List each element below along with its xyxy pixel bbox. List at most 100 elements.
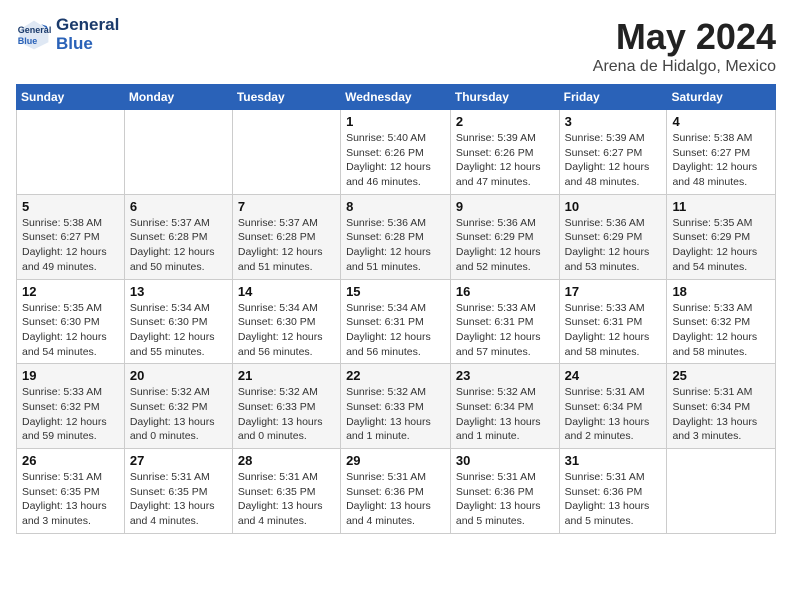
weekday-header: Wednesday xyxy=(341,85,451,110)
calendar-cell: 21 Sunrise: 5:32 AM Sunset: 6:33 PM Dayli… xyxy=(232,364,340,449)
weekday-header: Sunday xyxy=(17,85,125,110)
day-number: 15 xyxy=(346,284,445,299)
calendar-cell xyxy=(17,110,125,195)
day-number: 25 xyxy=(672,368,770,383)
day-number: 20 xyxy=(130,368,227,383)
day-number: 9 xyxy=(456,199,554,214)
day-number: 14 xyxy=(238,284,335,299)
day-info: Sunrise: 5:40 AM Sunset: 6:26 PM Dayligh… xyxy=(346,131,445,190)
day-info: Sunrise: 5:34 AM Sunset: 6:30 PM Dayligh… xyxy=(238,301,335,360)
calendar-week-row: 26 Sunrise: 5:31 AM Sunset: 6:35 PM Dayli… xyxy=(17,449,776,534)
weekday-header: Thursday xyxy=(450,85,559,110)
calendar-cell: 14 Sunrise: 5:34 AM Sunset: 6:30 PM Dayli… xyxy=(232,279,340,364)
day-info: Sunrise: 5:31 AM Sunset: 6:36 PM Dayligh… xyxy=(346,470,445,529)
day-number: 26 xyxy=(22,453,119,468)
calendar-header-row: SundayMondayTuesdayWednesdayThursdayFrid… xyxy=(17,85,776,110)
calendar-cell: 6 Sunrise: 5:37 AM Sunset: 6:28 PM Daylig… xyxy=(124,194,232,279)
day-number: 21 xyxy=(238,368,335,383)
page-header: General Blue General Blue May 2024 Arena… xyxy=(16,16,776,76)
day-info: Sunrise: 5:39 AM Sunset: 6:27 PM Dayligh… xyxy=(565,131,662,190)
calendar-week-row: 5 Sunrise: 5:38 AM Sunset: 6:27 PM Daylig… xyxy=(17,194,776,279)
day-number: 8 xyxy=(346,199,445,214)
calendar-cell: 12 Sunrise: 5:35 AM Sunset: 6:30 PM Dayli… xyxy=(17,279,125,364)
day-info: Sunrise: 5:33 AM Sunset: 6:31 PM Dayligh… xyxy=(565,301,662,360)
main-title: May 2024 xyxy=(593,16,776,58)
day-number: 17 xyxy=(565,284,662,299)
day-info: Sunrise: 5:31 AM Sunset: 6:34 PM Dayligh… xyxy=(672,385,770,444)
day-number: 30 xyxy=(456,453,554,468)
calendar-cell: 17 Sunrise: 5:33 AM Sunset: 6:31 PM Dayli… xyxy=(559,279,667,364)
day-number: 23 xyxy=(456,368,554,383)
calendar-cell: 10 Sunrise: 5:36 AM Sunset: 6:29 PM Dayli… xyxy=(559,194,667,279)
day-info: Sunrise: 5:31 AM Sunset: 6:35 PM Dayligh… xyxy=(22,470,119,529)
day-number: 4 xyxy=(672,114,770,129)
day-info: Sunrise: 5:33 AM Sunset: 6:32 PM Dayligh… xyxy=(22,385,119,444)
day-number: 13 xyxy=(130,284,227,299)
day-info: Sunrise: 5:35 AM Sunset: 6:29 PM Dayligh… xyxy=(672,216,770,275)
calendar-cell: 31 Sunrise: 5:31 AM Sunset: 6:36 PM Dayli… xyxy=(559,449,667,534)
day-number: 12 xyxy=(22,284,119,299)
calendar-cell: 16 Sunrise: 5:33 AM Sunset: 6:31 PM Dayli… xyxy=(450,279,559,364)
day-number: 29 xyxy=(346,453,445,468)
calendar-cell: 13 Sunrise: 5:34 AM Sunset: 6:30 PM Dayli… xyxy=(124,279,232,364)
day-info: Sunrise: 5:32 AM Sunset: 6:33 PM Dayligh… xyxy=(238,385,335,444)
day-number: 7 xyxy=(238,199,335,214)
day-info: Sunrise: 5:31 AM Sunset: 6:36 PM Dayligh… xyxy=(456,470,554,529)
day-info: Sunrise: 5:36 AM Sunset: 6:28 PM Dayligh… xyxy=(346,216,445,275)
day-info: Sunrise: 5:35 AM Sunset: 6:30 PM Dayligh… xyxy=(22,301,119,360)
day-info: Sunrise: 5:33 AM Sunset: 6:32 PM Dayligh… xyxy=(672,301,770,360)
day-number: 6 xyxy=(130,199,227,214)
logo-icon: General Blue xyxy=(16,17,52,53)
title-block: May 2024 Arena de Hidalgo, Mexico xyxy=(593,16,776,76)
logo: General Blue General Blue xyxy=(16,16,119,53)
logo-line2: Blue xyxy=(56,35,119,54)
day-info: Sunrise: 5:33 AM Sunset: 6:31 PM Dayligh… xyxy=(456,301,554,360)
calendar-cell: 29 Sunrise: 5:31 AM Sunset: 6:36 PM Dayli… xyxy=(341,449,451,534)
day-info: Sunrise: 5:32 AM Sunset: 6:32 PM Dayligh… xyxy=(130,385,227,444)
calendar-cell: 1 Sunrise: 5:40 AM Sunset: 6:26 PM Daylig… xyxy=(341,110,451,195)
day-info: Sunrise: 5:37 AM Sunset: 6:28 PM Dayligh… xyxy=(238,216,335,275)
day-info: Sunrise: 5:32 AM Sunset: 6:33 PM Dayligh… xyxy=(346,385,445,444)
day-number: 1 xyxy=(346,114,445,129)
day-info: Sunrise: 5:39 AM Sunset: 6:26 PM Dayligh… xyxy=(456,131,554,190)
day-number: 10 xyxy=(565,199,662,214)
calendar-cell: 23Sunrise: 5:32 AM Sunset: 6:34 PM Dayli… xyxy=(450,364,559,449)
calendar-cell: 27Sunrise: 5:31 AM Sunset: 6:35 PM Dayli… xyxy=(124,449,232,534)
day-info: Sunrise: 5:31 AM Sunset: 6:34 PM Dayligh… xyxy=(565,385,662,444)
calendar-cell: 11Sunrise: 5:35 AM Sunset: 6:29 PM Dayli… xyxy=(667,194,776,279)
day-number: 16 xyxy=(456,284,554,299)
calendar-cell: 8 Sunrise: 5:36 AM Sunset: 6:28 PM Daylig… xyxy=(341,194,451,279)
calendar-cell: 24Sunrise: 5:31 AM Sunset: 6:34 PM Dayli… xyxy=(559,364,667,449)
calendar-cell: 22 Sunrise: 5:32 AM Sunset: 6:33 PM Dayli… xyxy=(341,364,451,449)
calendar-cell: 20 Sunrise: 5:32 AM Sunset: 6:32 PM Dayli… xyxy=(124,364,232,449)
day-info: Sunrise: 5:36 AM Sunset: 6:29 PM Dayligh… xyxy=(565,216,662,275)
day-info: Sunrise: 5:34 AM Sunset: 6:30 PM Dayligh… xyxy=(130,301,227,360)
calendar-cell: 28 Sunrise: 5:31 AM Sunset: 6:35 PM Dayli… xyxy=(232,449,340,534)
day-info: Sunrise: 5:38 AM Sunset: 6:27 PM Dayligh… xyxy=(22,216,119,275)
day-number: 5 xyxy=(22,199,119,214)
calendar-cell: 26 Sunrise: 5:31 AM Sunset: 6:35 PM Dayli… xyxy=(17,449,125,534)
day-info: Sunrise: 5:31 AM Sunset: 6:35 PM Dayligh… xyxy=(238,470,335,529)
logo-line1: General xyxy=(56,16,119,35)
calendar-cell: 5 Sunrise: 5:38 AM Sunset: 6:27 PM Daylig… xyxy=(17,194,125,279)
day-info: Sunrise: 5:38 AM Sunset: 6:27 PM Dayligh… xyxy=(672,131,770,190)
day-info: Sunrise: 5:31 AM Sunset: 6:36 PM Dayligh… xyxy=(565,470,662,529)
calendar-cell: 4 Sunrise: 5:38 AM Sunset: 6:27 PM Daylig… xyxy=(667,110,776,195)
subtitle: Arena de Hidalgo, Mexico xyxy=(593,58,776,76)
day-number: 28 xyxy=(238,453,335,468)
calendar-week-row: 19Sunrise: 5:33 AM Sunset: 6:32 PM Dayli… xyxy=(17,364,776,449)
day-number: 2 xyxy=(456,114,554,129)
day-number: 22 xyxy=(346,368,445,383)
day-number: 18 xyxy=(672,284,770,299)
calendar-cell: 2 Sunrise: 5:39 AM Sunset: 6:26 PM Daylig… xyxy=(450,110,559,195)
calendar-cell: 18 Sunrise: 5:33 AM Sunset: 6:32 PM Dayli… xyxy=(667,279,776,364)
day-number: 31 xyxy=(565,453,662,468)
calendar-cell: 3Sunrise: 5:39 AM Sunset: 6:27 PM Daylig… xyxy=(559,110,667,195)
calendar-cell: 15Sunrise: 5:34 AM Sunset: 6:31 PM Dayli… xyxy=(341,279,451,364)
calendar-cell: 30 Sunrise: 5:31 AM Sunset: 6:36 PM Dayli… xyxy=(450,449,559,534)
day-info: Sunrise: 5:36 AM Sunset: 6:29 PM Dayligh… xyxy=(456,216,554,275)
calendar-cell: 25 Sunrise: 5:31 AM Sunset: 6:34 PM Dayli… xyxy=(667,364,776,449)
calendar-cell: 7 Sunrise: 5:37 AM Sunset: 6:28 PM Daylig… xyxy=(232,194,340,279)
day-number: 27 xyxy=(130,453,227,468)
day-info: Sunrise: 5:37 AM Sunset: 6:28 PM Dayligh… xyxy=(130,216,227,275)
